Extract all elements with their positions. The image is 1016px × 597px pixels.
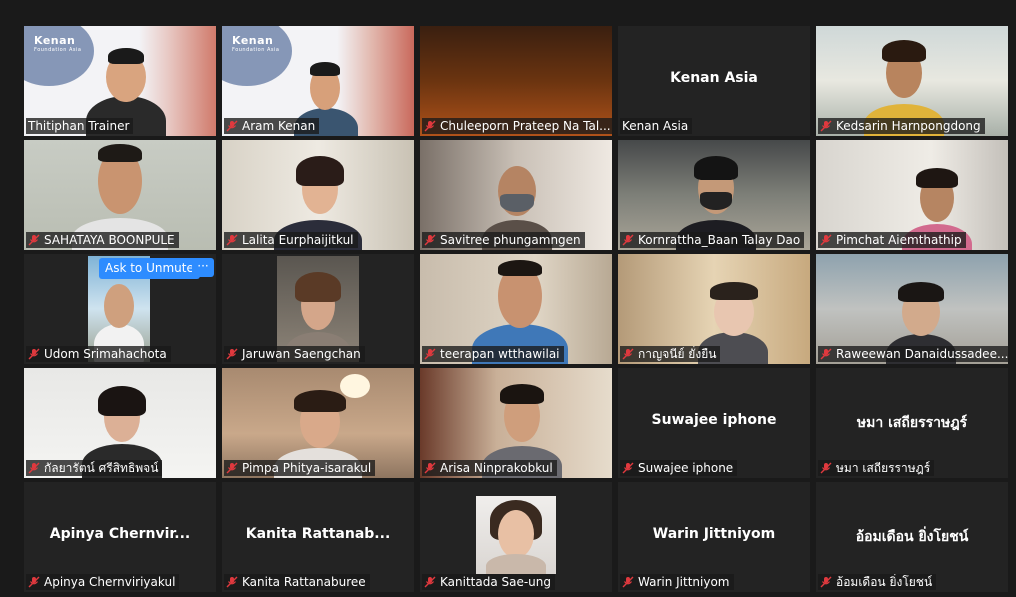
mic-muted-icon bbox=[622, 348, 634, 360]
participant-name-label: Kenan Asia bbox=[620, 118, 693, 134]
participant-tile[interactable]: teerapan wtthawilai bbox=[420, 254, 612, 364]
mic-muted-icon bbox=[424, 234, 436, 246]
participant-name-label: Chuleeporn Prateep Na Tal... bbox=[422, 118, 612, 134]
participant-tile[interactable]: Kornrattha_Baan Talay Dao bbox=[618, 140, 810, 250]
participant-tile[interactable]: Kanittada Sae-ung bbox=[420, 482, 612, 592]
participant-name-label: กาญจนีย์ ยั่งยืน bbox=[620, 346, 721, 362]
mic-muted-icon bbox=[424, 576, 436, 588]
participant-name-label: Aram Kenan bbox=[224, 118, 320, 134]
participant-display-name: Kenan Asia bbox=[670, 70, 758, 86]
participant-tile[interactable]: กาญจนีย์ ยั่งยืน bbox=[618, 254, 810, 364]
participant-name-label: ษมา เสถียรราษฎร์ bbox=[818, 460, 935, 476]
participant-display-name: อ้อมเดือน ยิ่งโยชน์ bbox=[855, 529, 969, 545]
participant-name-label: Lalita Eurphaijitkul bbox=[224, 232, 358, 248]
kenan-logo: Kenan Foundation Asia bbox=[34, 34, 82, 53]
mic-muted-icon bbox=[820, 462, 832, 474]
mic-muted-icon bbox=[622, 234, 634, 246]
participant-display-name: Suwajee iphone bbox=[651, 412, 777, 428]
participant-tile[interactable]: SAHATAYA BOONPULE bbox=[24, 140, 216, 250]
participant-tile[interactable]: อ้อมเดือน ยิ่งโยชน์ อ้อมเดือน ยิ่งโยชน์ bbox=[816, 482, 1008, 592]
participant-tile[interactable]: Kenan Foundation Asia Aram Kenan bbox=[222, 26, 414, 136]
participant-tile[interactable]: Apinya Chernvir... Apinya Chernviriyakul bbox=[24, 482, 216, 592]
participant-name-label: Warin Jittniyom bbox=[620, 574, 734, 590]
gallery-grid: Kenan Foundation Asia Thitiphan Trainer K… bbox=[24, 26, 1008, 592]
participant-tile[interactable]: Pimpa Phitya-isarakul bbox=[222, 368, 414, 478]
participant-tile[interactable]: Warin Jittniyom Warin Jittniyom bbox=[618, 482, 810, 592]
mic-muted-icon bbox=[622, 576, 634, 588]
mic-muted-icon bbox=[424, 120, 436, 132]
participant-name-label: teerapan wtthawilai bbox=[422, 346, 564, 362]
participant-name-label: อ้อมเดือน ยิ่งโยชน์ bbox=[818, 574, 937, 590]
mic-muted-icon bbox=[28, 234, 40, 246]
mic-muted-icon bbox=[226, 120, 238, 132]
participant-tile[interactable]: Savitree phungamngen bbox=[420, 140, 612, 250]
participant-name-label: Jaruwan Saengchan bbox=[224, 346, 365, 362]
mic-muted-icon bbox=[820, 120, 832, 132]
mic-muted-icon bbox=[28, 462, 40, 474]
participant-name-label: Apinya Chernviriyakul bbox=[26, 574, 180, 590]
participant-name-label: Raweewan Danaidussadee... bbox=[818, 346, 1008, 362]
participant-name-label: Arisa Ninprakobkul bbox=[422, 460, 557, 476]
participant-display-name: Kanita Rattanab... bbox=[245, 526, 391, 542]
participant-display-name: ษมา เสถียรราษฎร์ bbox=[856, 415, 968, 431]
participant-tile[interactable]: กัลยารัตน์ ศรีสิทธิพจน์ bbox=[24, 368, 216, 478]
mic-muted-icon bbox=[28, 576, 40, 588]
mic-muted-icon bbox=[820, 234, 832, 246]
participant-video bbox=[476, 496, 556, 574]
mic-muted-icon bbox=[226, 462, 238, 474]
participant-display-name: Warin Jittniyom bbox=[652, 526, 776, 542]
kenan-logo: Kenan Foundation Asia bbox=[232, 34, 280, 53]
mic-muted-icon bbox=[820, 576, 832, 588]
participant-name-label: Udom Srimahachota bbox=[26, 346, 171, 362]
participant-name-label: Kanittada Sae-ung bbox=[422, 574, 556, 590]
participant-name-label: Kornrattha_Baan Talay Dao bbox=[620, 232, 805, 248]
mic-muted-icon bbox=[28, 348, 40, 360]
mic-muted-icon bbox=[424, 462, 436, 474]
mic-muted-icon bbox=[226, 234, 238, 246]
participant-tile[interactable]: Kedsarin Harnpongdong bbox=[816, 26, 1008, 136]
participant-tile[interactable]: Kanita Rattanab... Kanita Rattanaburee bbox=[222, 482, 414, 592]
ask-to-unmute-button[interactable]: Ask to Unmute bbox=[99, 258, 200, 279]
participant-tile[interactable]: Lalita Eurphaijitkul bbox=[222, 140, 414, 250]
mic-muted-icon bbox=[424, 348, 436, 360]
participant-name-label: Pimchat Aiemthathip bbox=[818, 232, 966, 248]
mic-muted-icon bbox=[226, 576, 238, 588]
mic-muted-icon bbox=[226, 348, 238, 360]
participant-display-name: Apinya Chernvir... bbox=[49, 526, 191, 542]
participant-name-label: SAHATAYA BOONPULE bbox=[26, 232, 179, 248]
more-options-button[interactable]: ··· bbox=[192, 258, 214, 277]
mic-muted-icon bbox=[622, 462, 634, 474]
participant-tile[interactable]: Kenan Foundation Asia Thitiphan Trainer bbox=[24, 26, 216, 136]
participant-name-label: Pimpa Phitya-isarakul bbox=[224, 460, 376, 476]
participant-tile[interactable]: Raweewan Danaidussadee... bbox=[816, 254, 1008, 364]
participant-tile[interactable]: Suwajee iphone Suwajee iphone bbox=[618, 368, 810, 478]
participant-tile[interactable]: Kenan Asia Kenan Asia bbox=[618, 26, 810, 136]
participant-name-label: กัลยารัตน์ ศรีสิทธิพจน์ bbox=[26, 460, 163, 476]
participant-name-label: Suwajee iphone bbox=[620, 460, 738, 476]
mic-muted-icon bbox=[820, 348, 832, 360]
participant-tile[interactable]: Ask to Unmute ··· Udom Srimahachota bbox=[24, 254, 216, 364]
participant-tile[interactable]: ษมา เสถียรราษฎร์ ษมา เสถียรราษฎร์ bbox=[816, 368, 1008, 478]
participant-tile[interactable]: Chuleeporn Prateep Na Tal... bbox=[420, 26, 612, 136]
participant-tile[interactable]: Arisa Ninprakobkul bbox=[420, 368, 612, 478]
participant-name-label: Thitiphan Trainer bbox=[26, 118, 134, 134]
participant-name-label: Kedsarin Harnpongdong bbox=[818, 118, 985, 134]
participant-tile[interactable]: Pimchat Aiemthathip bbox=[816, 140, 1008, 250]
participant-name-label: Savitree phungamngen bbox=[422, 232, 585, 248]
participant-name-label: Kanita Rattanaburee bbox=[224, 574, 370, 590]
participant-tile[interactable]: Jaruwan Saengchan bbox=[222, 254, 414, 364]
